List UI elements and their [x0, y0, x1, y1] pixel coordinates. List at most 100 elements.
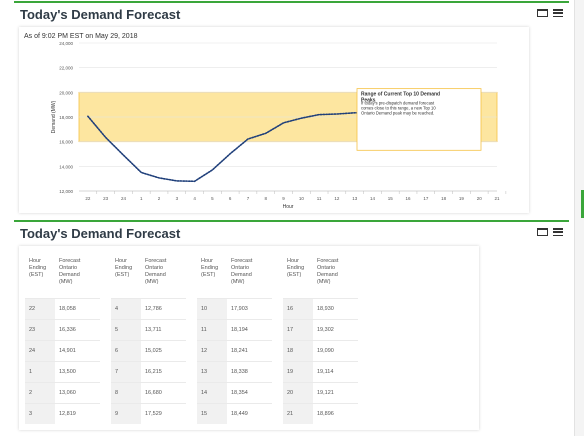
forecast-demand-cell: 18,338	[227, 360, 272, 382]
hour-ending-cell: 4	[111, 297, 141, 319]
window-icon[interactable]	[537, 228, 548, 236]
header-forecast-demand: Forecast Ontario Demand (MW)	[145, 258, 167, 285]
x-tick-label: 6	[229, 196, 232, 201]
hour-ending-cell: 18	[283, 339, 313, 361]
forecast-demand-cell: 12,786	[141, 297, 186, 319]
x-tick-label: 18	[441, 196, 447, 201]
y-tick-label: 16,000	[59, 140, 73, 145]
column-gap	[100, 340, 111, 361]
x-tick-label: 19	[459, 196, 465, 201]
y-tick-label: 24,000	[59, 41, 73, 46]
column-gap	[100, 403, 111, 424]
demand-chart: 12,000 14,000 16,000 18,000 20,000 22,000 24,0…	[51, 41, 507, 210]
forecast-demand-cell: 18,930	[313, 297, 358, 319]
forecast-demand-cell: 18,354	[227, 381, 272, 403]
forecast-demand-cell: 19,090	[313, 339, 358, 361]
x-tick-label: 3	[176, 196, 179, 201]
header-hour-ending: Hour Ending (EST)	[201, 258, 219, 278]
header-forecast-demand: Forecast Ontario Demand (MW)	[317, 258, 339, 285]
column-gap	[100, 298, 111, 319]
x-tick-label: 13	[352, 196, 358, 201]
hour-ending-cell: 12	[197, 339, 227, 361]
column-gap	[186, 361, 197, 382]
menu-icon[interactable]	[553, 9, 563, 17]
x-tick-label: 9	[282, 196, 285, 201]
hour-ending-cell: 16	[283, 297, 313, 319]
hour-ending-cell: 3	[25, 402, 55, 424]
chart-subtitle: As of 9:02 PM EST on May 29, 2018	[24, 33, 138, 40]
hour-ending-cell: 19	[283, 360, 313, 382]
table-panel-title: Today's Demand Forecast	[20, 226, 181, 241]
forecast-demand-cell: 19,121	[313, 381, 358, 403]
x-axis-label: Hour	[283, 204, 294, 210]
column-gap	[100, 319, 111, 340]
hour-ending-cell: 24	[25, 339, 55, 361]
forecast-table-container: Hour Ending (EST) Forecast Ontario Demand (MW)…	[19, 246, 479, 430]
x-tick-label: 23	[103, 196, 109, 201]
chart-container: As of 9:02 PM EST on May 29, 2018 12,000…	[19, 27, 529, 213]
hour-ending-cell: 8	[111, 381, 141, 403]
x-tick-label: 16	[406, 196, 412, 201]
hour-ending-cell: 13	[197, 360, 227, 382]
column-gap	[272, 382, 283, 403]
x-tick-label: 12	[334, 196, 340, 201]
column-gap	[272, 403, 283, 424]
x-tick-label: 7	[247, 196, 250, 201]
forecast-demand-cell: 12,819	[55, 402, 100, 424]
forecast-demand-cell: 18,241	[227, 339, 272, 361]
table-row: 2 13,060 8 16,680 14 18,354 20 19,121	[25, 381, 358, 403]
table-row: 24 14,901 6 15,025 12 18,241 18 19,090	[25, 339, 358, 361]
x-tick-label: 14	[370, 196, 376, 201]
column-gap	[186, 382, 197, 403]
hour-ending-cell: 17	[283, 318, 313, 340]
hour-ending-cell: 15	[197, 402, 227, 424]
hour-ending-cell: 22	[25, 297, 55, 319]
column-gap	[272, 319, 283, 340]
forecast-demand-cell: 19,302	[313, 318, 358, 340]
hour-ending-cell: 11	[197, 318, 227, 340]
x-tick-label: 5	[211, 196, 214, 201]
page-scrollbar[interactable]	[574, 0, 584, 436]
x-tick-label: 24	[121, 196, 127, 201]
header-forecast-demand: Forecast Ontario Demand (MW)	[231, 258, 253, 285]
hour-ending-cell: 6	[111, 339, 141, 361]
forecast-demand-cell: 18,896	[313, 402, 358, 424]
chart-panel-tools	[537, 9, 563, 17]
forecast-demand-cell: 13,500	[55, 360, 100, 382]
annotation-body: If today's pre-dispatch demand forecast c…	[361, 101, 436, 116]
forecast-demand-cell: 18,449	[227, 402, 272, 424]
window-icon[interactable]	[537, 9, 548, 17]
forecast-demand-cell: 18,058	[55, 297, 100, 319]
x-tick-label: 1	[140, 196, 143, 201]
table-panel: Today's Demand Forecast Hour Ending (EST) F…	[14, 220, 569, 430]
table-row: 23 16,336 5 13,711 11 18,194 17 19,302	[25, 318, 358, 340]
forecast-demand-cell: 16,680	[141, 381, 186, 403]
column-gap	[100, 382, 111, 403]
x-tick-label: 4	[193, 196, 196, 201]
y-axis-label: Demand (MW)	[51, 100, 57, 133]
table-row: 3 12,819 9 17,529 15 18,449 21 18,896	[25, 402, 358, 424]
hour-ending-cell: 5	[111, 318, 141, 340]
forecast-demand-cell: 14,901	[55, 339, 100, 361]
table-row: 22 18,058 4 12,786 10 17,903 16 18,930	[25, 297, 358, 319]
hour-ending-cell: 23	[25, 318, 55, 340]
y-tick-label: 20,000	[59, 90, 73, 95]
hour-ending-cell: 14	[197, 381, 227, 403]
column-gap	[186, 403, 197, 424]
y-tick-label: 12,000	[59, 189, 73, 194]
annotation-box	[356, 88, 482, 151]
header-hour-ending: Hour Ending (EST)	[115, 258, 133, 278]
x-tick-label: 11	[317, 196, 322, 201]
forecast-demand-cell: 18,194	[227, 318, 272, 340]
chart-panel: Today's Demand Forecast As of 9:02 PM ES…	[14, 1, 569, 215]
forecast-demand-cell: 16,336	[55, 318, 100, 340]
x-tick-label: 20	[477, 196, 483, 201]
column-gap	[100, 254, 111, 298]
menu-icon[interactable]	[553, 228, 563, 236]
column-gap	[186, 254, 197, 298]
column-gap	[272, 298, 283, 319]
hour-ending-cell: 10	[197, 297, 227, 319]
column-gap	[186, 298, 197, 319]
column-gap	[186, 340, 197, 361]
table-row: 1 13,500 7 16,215 13 18,338 19 19,114	[25, 360, 358, 382]
